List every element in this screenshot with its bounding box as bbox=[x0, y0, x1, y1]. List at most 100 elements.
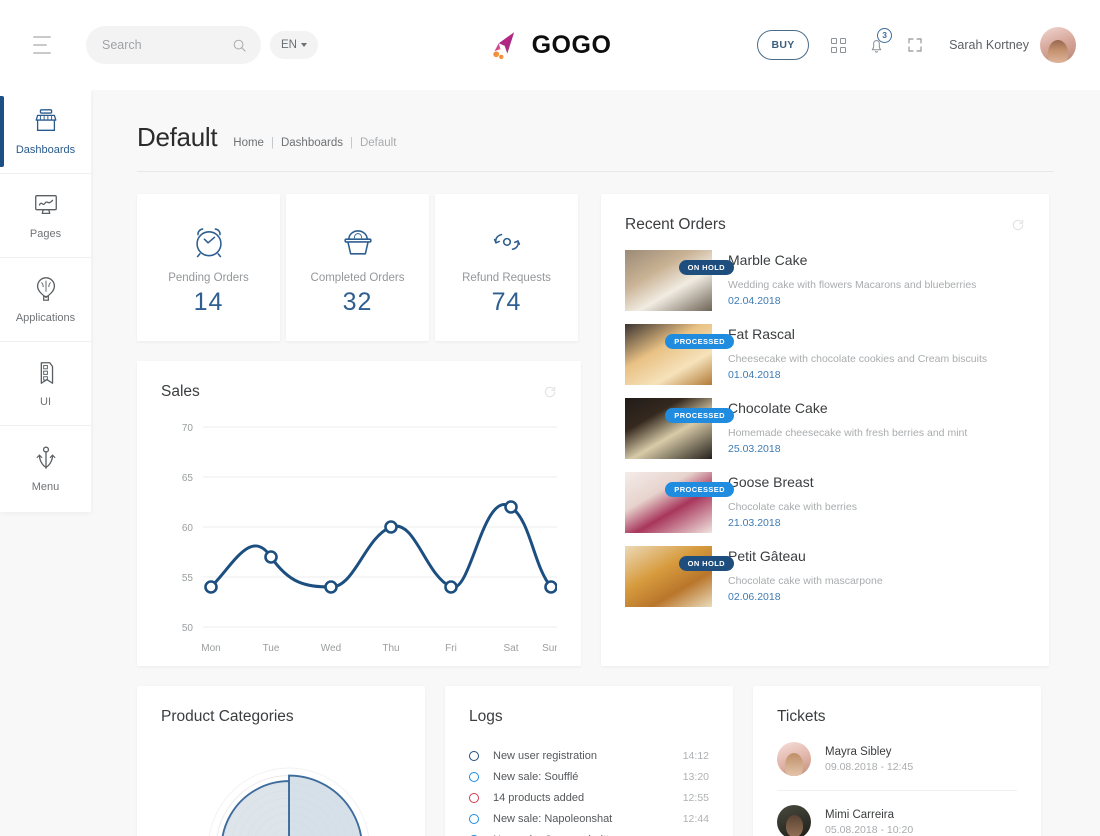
order-description: Cheesecake with chocolate cookies and Cr… bbox=[728, 353, 988, 365]
log-status-dot bbox=[469, 813, 479, 824]
log-row[interactable]: New sale: Napoleonshat 12:44 bbox=[469, 808, 709, 829]
hamburger-line bbox=[33, 52, 51, 54]
sidebar-item-ui[interactable]: UI bbox=[0, 342, 91, 426]
notifications-button[interactable]: 3 bbox=[868, 27, 893, 55]
order-row[interactable]: PROCESSED Goose Breast Chocolate cake wi… bbox=[625, 472, 1025, 533]
order-thumbnail: PROCESSED bbox=[625, 398, 734, 459]
grid-apps-icon[interactable] bbox=[831, 37, 847, 53]
order-row[interactable]: PROCESSED Chocolate Cake Homemade cheese… bbox=[625, 398, 1025, 459]
product-categories-card: Product Categories bbox=[137, 686, 425, 836]
log-row[interactable]: New sale: Soufflé 13:20 bbox=[469, 766, 709, 787]
apps-grid-button[interactable] bbox=[831, 37, 847, 53]
user-avatar[interactable] bbox=[1040, 27, 1076, 63]
hamburger-line bbox=[33, 44, 47, 46]
log-status-dot bbox=[469, 792, 479, 803]
ticket-avatar bbox=[777, 742, 811, 776]
order-row[interactable]: ON HOLD Petit Gâteau Chocolate cake with… bbox=[625, 546, 1025, 607]
order-info: Chocolate Cake Homemade cheesecake with … bbox=[728, 398, 967, 459]
sales-chart-card: Sales 70 65 60 55 50 Mon Tue Wed Thu Fri… bbox=[137, 361, 581, 666]
hamburger-line bbox=[33, 36, 51, 38]
ticket-name: Mimi Carreira bbox=[825, 808, 894, 821]
sidebar-item-label: Applications bbox=[15, 312, 76, 324]
sidebar-item-dashboards[interactable]: Dashboards bbox=[0, 90, 91, 174]
log-row[interactable]: 14 products added 12:55 bbox=[469, 787, 709, 808]
order-date: 01.04.2018 bbox=[728, 369, 781, 381]
language-label: EN bbox=[281, 39, 297, 51]
log-row[interactable]: New sale: Cremeschnitte 12:30 bbox=[469, 829, 709, 836]
x-tick-wed: Wed bbox=[321, 643, 341, 654]
status-badge: PROCESSED bbox=[665, 408, 734, 423]
order-row[interactable]: PROCESSED Fat Rascal Cheesecake with cho… bbox=[625, 324, 1025, 385]
log-status-dot bbox=[469, 771, 479, 782]
search-input[interactable] bbox=[102, 38, 232, 52]
hamburger-menu-icon[interactable] bbox=[33, 36, 59, 54]
sidebar-item-applications[interactable]: Applications bbox=[0, 258, 91, 342]
stat-value: 14 bbox=[193, 288, 224, 316]
order-name[interactable]: Fat Rascal bbox=[728, 326, 987, 342]
breadcrumb-dashboards[interactable]: Dashboards bbox=[281, 137, 343, 149]
ticket-info: Mimi Carreira 05.08.2018 - 10:20 bbox=[825, 809, 913, 836]
order-thumbnail: ON HOLD bbox=[625, 546, 734, 607]
log-time: 13:20 bbox=[682, 770, 709, 783]
search-box[interactable] bbox=[86, 26, 261, 64]
header-actions: BUY 3 Sarah Kortney bbox=[757, 0, 1076, 90]
stat-card-completed-orders[interactable]: Completed Orders 32 bbox=[286, 194, 429, 341]
stat-label: Refund Requests bbox=[462, 272, 551, 284]
basket-icon bbox=[343, 230, 372, 255]
order-name[interactable]: Petit Gâteau bbox=[728, 548, 883, 564]
log-text: New sale: Napoleonshat bbox=[493, 812, 613, 825]
y-tick-60: 60 bbox=[182, 523, 194, 534]
order-info: Fat Rascal Cheesecake with chocolate coo… bbox=[728, 324, 987, 385]
ticket-info: Mayra Sibley 09.08.2018 - 12:45 bbox=[825, 746, 913, 773]
stat-card-refund-requests[interactable]: Refund Requests 74 bbox=[435, 194, 578, 341]
chart-y-ticks: 70 65 60 55 50 bbox=[182, 423, 194, 634]
notification-badge: 3 bbox=[877, 27, 893, 43]
search-icon[interactable] bbox=[232, 38, 247, 53]
order-name[interactable]: Goose Breast bbox=[728, 474, 857, 490]
status-badge: PROCESSED bbox=[665, 334, 734, 349]
order-info: Marble Cake Wedding cake with flowers Ma… bbox=[728, 250, 976, 311]
buy-button[interactable]: BUY bbox=[757, 30, 810, 60]
language-selector[interactable]: EN bbox=[270, 31, 318, 59]
breadcrumb-home[interactable]: Home bbox=[233, 137, 264, 149]
sidebar-nav: Dashboards Pages Applications UI Menu bbox=[0, 90, 91, 512]
fullscreen-button[interactable] bbox=[907, 37, 923, 53]
breadcrumb-current: Default bbox=[359, 137, 397, 149]
order-description: Wedding cake with flowers Macarons and b… bbox=[728, 279, 977, 291]
top-header: EN GOGO BUY bbox=[0, 0, 1100, 90]
stat-card-pending-orders[interactable]: Pending Orders 14 bbox=[137, 194, 280, 341]
refresh-icon[interactable] bbox=[543, 385, 557, 399]
shop-icon bbox=[35, 109, 56, 131]
ticket-row[interactable]: Mimi Carreira 05.08.2018 - 10:20 bbox=[777, 791, 1017, 836]
order-description: Chocolate cake with berries bbox=[728, 501, 857, 513]
status-badge: PROCESSED bbox=[665, 482, 734, 497]
order-name[interactable]: Marble Cake bbox=[728, 252, 976, 268]
orders-list: ON HOLD Marble Cake Wedding cake with fl… bbox=[625, 250, 1025, 607]
grid-cell bbox=[840, 37, 847, 44]
chart-gridlines bbox=[203, 426, 557, 628]
refund-arrows-icon bbox=[493, 233, 520, 251]
gogo-logo-icon bbox=[493, 32, 515, 60]
x-tick-fri: Fri bbox=[445, 643, 457, 654]
stat-value: 32 bbox=[342, 288, 373, 316]
order-name[interactable]: Chocolate Cake bbox=[728, 400, 967, 416]
sidebar-item-pages[interactable]: Pages bbox=[0, 174, 91, 258]
logs-title: Logs bbox=[469, 708, 503, 725]
x-tick-mon: Mon bbox=[201, 643, 220, 654]
sidebar-item-label: Pages bbox=[29, 228, 62, 240]
sidebar-item-menu[interactable]: Menu bbox=[0, 426, 91, 510]
ticket-row[interactable]: Mayra Sibley 09.08.2018 - 12:45 bbox=[777, 726, 1017, 791]
y-tick-55: 55 bbox=[182, 573, 194, 584]
product-categories-polar-chart bbox=[208, 767, 370, 836]
order-row[interactable]: ON HOLD Marble Cake Wedding cake with fl… bbox=[625, 250, 1025, 311]
brand-logo[interactable]: GOGO bbox=[489, 28, 612, 62]
log-time: 12:44 bbox=[682, 812, 709, 825]
y-tick-65: 65 bbox=[182, 473, 194, 484]
polar-segments bbox=[221, 774, 362, 836]
refresh-icon[interactable] bbox=[1011, 218, 1025, 232]
log-row[interactable]: New user registration 14:12 bbox=[469, 745, 709, 766]
bookmark-icon bbox=[40, 362, 53, 384]
fullscreen-icon[interactable] bbox=[907, 37, 923, 53]
log-time: 12:55 bbox=[682, 791, 709, 804]
user-name[interactable]: Sarah Kortney bbox=[949, 38, 1029, 52]
